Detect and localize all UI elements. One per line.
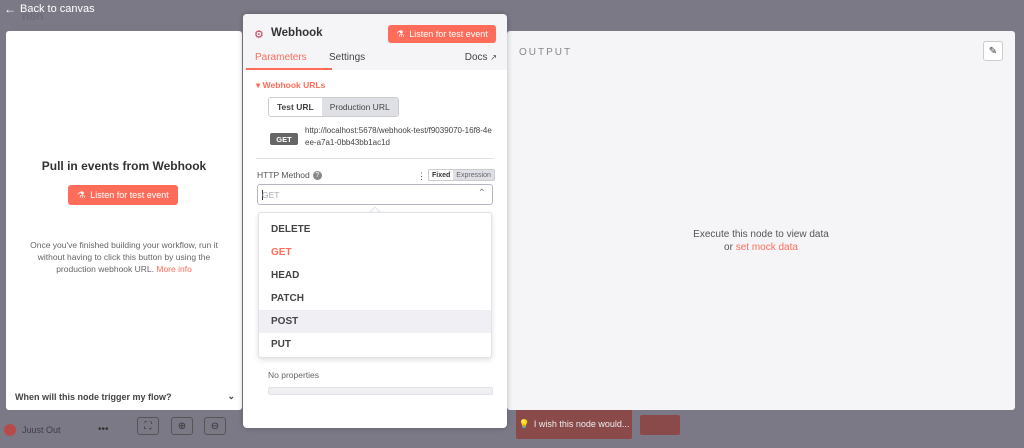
input-panel-description: Once you've finished building your workf… — [20, 239, 228, 275]
docs-link[interactable]: Docs ↗ — [465, 52, 497, 63]
fixed-expression-toggle: Fixed Expression — [428, 169, 495, 181]
app-logo: n8n — [22, 9, 44, 23]
edit-output-button[interactable]: ✎ — [983, 41, 1003, 61]
webhook-urls-label: Webhook URLs — [262, 80, 326, 90]
external-link-icon: ↗ — [490, 53, 497, 62]
webhook-icon: ⚙ — [254, 29, 264, 41]
dropdown-option[interactable]: PATCH — [259, 287, 491, 310]
flask-icon: ⚗ — [77, 189, 86, 200]
trigger-question-toggle[interactable]: When will this node trigger my flow? ⌄ — [15, 391, 235, 402]
divider — [256, 158, 494, 159]
input-listen-button[interactable]: ⚗ Listen for test event — [68, 185, 178, 205]
execute-message-line: Execute this node to view data — [693, 229, 829, 240]
chevron-up-icon: ⌃ — [477, 188, 486, 199]
production-url-tab[interactable]: Production URL — [321, 98, 398, 116]
dropdown-option[interactable]: DELETE — [259, 218, 491, 241]
execute-or-text: or — [724, 242, 733, 253]
lightbulb-icon: 💡 — [518, 418, 530, 429]
execute-message: Execute this node to view data or set mo… — [507, 228, 1015, 254]
fit-view-icon: ⛶ — [144, 420, 152, 432]
http-method-select[interactable]: GET ⌃ — [257, 184, 493, 205]
chevron-down-icon: ⌄ — [227, 391, 235, 401]
execute-button-backdrop — [640, 415, 680, 435]
method-badge: GET — [270, 133, 298, 145]
user-info[interactable]: Juust Out — [4, 424, 61, 436]
dropdown-option-hovered[interactable]: POST — [259, 310, 491, 333]
url-type-tabs: Test URL Production URL — [268, 97, 399, 117]
tab-parameters[interactable]: Parameters — [255, 52, 307, 63]
arrow-left-icon: ← — [4, 2, 16, 16]
no-properties-label: No properties — [268, 370, 320, 380]
tab-settings[interactable]: Settings — [329, 52, 365, 63]
canvas-header — [0, 0, 1024, 30]
webhook-urls-toggle[interactable]: ▾ Webhook URLs — [256, 80, 325, 91]
node-listen-button[interactable]: ⚗ Listen for test event — [388, 25, 496, 43]
node-listen-label: Listen for test event — [409, 29, 488, 39]
active-tab-indicator — [246, 68, 332, 70]
test-url-tab[interactable]: Test URL — [269, 98, 322, 116]
input-panel: Pull in events from Webhook ⚗ Listen for… — [6, 31, 242, 410]
pencil-icon: ✎ — [988, 45, 998, 57]
zoom-out-icon: ⊖ — [210, 420, 220, 432]
fit-view-button[interactable]: ⛶ — [137, 417, 159, 435]
output-panel: OUTPUT ✎ Execute this node to view data … — [507, 31, 1015, 410]
flask-icon: ⚗ — [396, 28, 405, 39]
add-option-bar[interactable] — [268, 387, 493, 395]
http-method-placeholder: GET — [262, 190, 280, 200]
http-method-dropdown: DELETE GET HEAD PATCH POST PUT — [258, 212, 492, 358]
chevron-down-icon: ▾ — [256, 80, 261, 90]
zoom-in-button[interactable]: ⊕ — [171, 417, 193, 435]
docs-label: Docs — [464, 52, 488, 63]
dropdown-option-selected[interactable]: GET — [259, 241, 491, 264]
node-title[interactable]: Webhook — [271, 27, 323, 39]
trigger-question-label: When will this node trigger my flow? — [15, 391, 172, 402]
input-panel-title: Pull in events from Webhook — [41, 159, 207, 173]
help-icon[interactable]: ? — [312, 170, 322, 180]
output-label: OUTPUT — [519, 47, 573, 58]
webhook-url[interactable]: http://localhost:5678/webhook-test/f9039… — [305, 125, 495, 149]
user-name: Juust Out — [22, 425, 61, 435]
expression-option[interactable]: Expression — [453, 170, 494, 180]
wish-label: I wish this node would... — [533, 419, 630, 429]
more-info-link[interactable]: More info — [156, 264, 191, 274]
avatar — [4, 424, 16, 436]
user-menu-button[interactable]: ••• — [98, 424, 109, 435]
parameter-options-icon[interactable]: ⋮ — [417, 171, 426, 182]
dropdown-option[interactable]: PUT — [259, 333, 491, 356]
set-mock-data-link[interactable]: set mock data — [736, 242, 798, 253]
fixed-option[interactable]: Fixed — [429, 170, 454, 180]
back-to-canvas-link[interactable]: ← Back to canvas — [4, 2, 95, 16]
input-listen-label: Listen for test event — [90, 190, 169, 200]
dropdown-option[interactable]: HEAD — [259, 264, 491, 287]
http-method-label: HTTP Method — [257, 170, 310, 180]
wish-feedback-button[interactable]: 💡 I wish this node would... — [516, 409, 632, 439]
zoom-in-icon: ⊕ — [177, 420, 187, 432]
http-method-label-row: HTTP Method ? — [257, 170, 322, 180]
zoom-out-button[interactable]: ⊖ — [204, 417, 226, 435]
